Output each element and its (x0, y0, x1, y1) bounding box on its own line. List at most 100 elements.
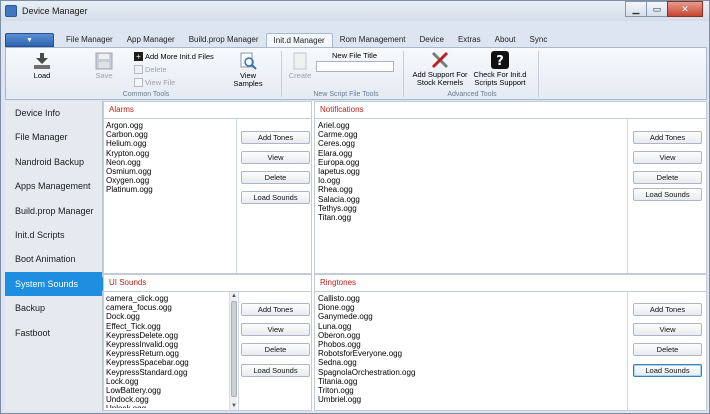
list-item[interactable]: Unlock.ogg (106, 404, 228, 408)
tab-about[interactable]: About (488, 33, 523, 47)
tab-sync[interactable]: Sync (523, 33, 555, 47)
sidebar-item-boot-animation[interactable]: Boot Animation (5, 247, 102, 271)
alarms-file-list[interactable]: Argon.ogg Carbon.ogg Helium.ogg Krypton.ogg… (106, 121, 234, 271)
list-item[interactable]: Helium.ogg (106, 139, 234, 148)
maximize-button[interactable]: ▭ (646, 1, 668, 17)
scroll-up-arrow-icon[interactable]: ▲ (230, 292, 238, 300)
ui-sounds-file-list[interactable]: camera_click.ogg camera_focus.ogg Dock.ogg… (106, 294, 228, 408)
app-menu-button[interactable]: ▼ (5, 33, 54, 47)
list-item[interactable]: KeypressInvalid.ogg (106, 340, 228, 349)
list-item[interactable]: Europa.ogg (318, 158, 618, 167)
list-item[interactable]: Neon.ogg (106, 158, 234, 167)
list-item[interactable]: KeypressSpacebar.ogg (106, 358, 228, 367)
list-item[interactable]: Phobos.ogg (318, 340, 618, 349)
list-item[interactable]: Callisto.ogg (318, 294, 618, 303)
save-button[interactable]: Save (90, 52, 118, 80)
list-item[interactable]: Dock.ogg (106, 312, 228, 321)
notifications-delete-button[interactable]: Delete (633, 171, 702, 184)
close-button[interactable]: ✕ (667, 1, 703, 17)
list-item[interactable]: Sedna.ogg (318, 358, 618, 367)
scroll-down-arrow-icon[interactable]: ▼ (230, 402, 238, 410)
ringtones-delete-button[interactable]: Delete (633, 343, 702, 356)
list-item[interactable]: RobotsforEveryone.ogg (318, 349, 618, 358)
list-item[interactable]: Luna.ogg (318, 322, 618, 331)
list-item[interactable]: Lock.ogg (106, 377, 228, 386)
ui-sounds-view-button[interactable]: View (241, 323, 310, 336)
list-item[interactable]: Ganymede.ogg (318, 312, 618, 321)
tab-app-manager[interactable]: App Manager (120, 33, 182, 47)
list-item[interactable]: Salacia.ogg (318, 195, 618, 204)
notifications-load-sounds-button[interactable]: Load Sounds (633, 188, 702, 201)
minimize-button[interactable]: ▁ (625, 1, 647, 17)
list-item[interactable]: Oxygen.ogg (106, 176, 234, 185)
tab-initd-manager[interactable]: Init.d Manager (265, 33, 333, 47)
sidebar-item-file-manager[interactable]: File Manager (5, 125, 102, 149)
sidebar-item-initd-scripts[interactable]: Init.d Scripts (5, 223, 102, 247)
sidebar-item-nandroid-backup[interactable]: Nandroid Backup (5, 150, 102, 174)
list-item[interactable]: Ceres.ogg (318, 139, 618, 148)
add-support-stock-kernels-button[interactable]: Add Support For Stock Kernels (408, 51, 472, 88)
sidebar-item-build-prop-manager[interactable]: Build.prop Manager (5, 199, 102, 223)
notifications-view-button[interactable]: View (633, 151, 702, 164)
sidebar-item-backup[interactable]: Backup (5, 296, 102, 320)
ringtones-view-button[interactable]: View (633, 323, 702, 336)
list-item[interactable]: KeypressStandard.ogg (106, 368, 228, 377)
ringtones-load-sounds-button[interactable]: Load Sounds (633, 364, 702, 377)
notifications-file-list[interactable]: Ariel.ogg Carme.ogg Ceres.ogg Elara.ogg Euro… (318, 121, 618, 271)
alarms-load-sounds-button[interactable]: Load Sounds (241, 191, 310, 204)
tab-extras[interactable]: Extras (451, 33, 488, 47)
list-item[interactable]: Carbon.ogg (106, 130, 234, 139)
list-item[interactable]: SpagnolaOrchestration.ogg (318, 368, 618, 377)
sidebar-item-system-sounds[interactable]: System Sounds (5, 271, 109, 297)
ui-sounds-load-sounds-button[interactable]: Load Sounds (241, 364, 310, 377)
view-file-button[interactable]: View File (134, 78, 175, 87)
list-item[interactable]: Iapetus.ogg (318, 167, 618, 176)
list-item[interactable]: Rhea.ogg (318, 185, 618, 194)
list-item[interactable]: Oberon.ogg (318, 331, 618, 340)
alarms-delete-button[interactable]: Delete (241, 171, 310, 184)
list-item[interactable]: Io.ogg (318, 176, 618, 185)
tab-file-manager[interactable]: File Manager (59, 33, 120, 47)
ui-sounds-delete-button[interactable]: Delete (241, 343, 310, 356)
list-item[interactable]: Ariel.ogg (318, 121, 618, 130)
ui-sounds-scrollbar[interactable]: ▲ ▼ (229, 292, 237, 410)
delete-file-button[interactable]: Delete (134, 65, 167, 74)
tab-rom-management[interactable]: Rom Management (333, 33, 413, 47)
new-file-title-input[interactable] (316, 61, 394, 72)
notifications-add-tones-button[interactable]: Add Tones (633, 131, 702, 144)
load-button[interactable]: Load (28, 52, 56, 80)
list-item[interactable]: camera_focus.ogg (106, 303, 228, 312)
list-item[interactable]: Tethys.ogg (318, 204, 618, 213)
list-item[interactable]: Elara.ogg (318, 149, 618, 158)
alarms-add-tones-button[interactable]: Add Tones (241, 131, 310, 144)
list-item[interactable]: Carme.ogg (318, 130, 618, 139)
ringtones-add-tones-button[interactable]: Add Tones (633, 303, 702, 316)
list-item[interactable]: Undock.ogg (106, 395, 228, 404)
list-item[interactable]: Triton.ogg (318, 386, 618, 395)
list-item[interactable]: Effect_Tick.ogg (106, 322, 228, 331)
check-initd-support-button[interactable]: ? Check For Init.d Scripts Support (468, 51, 532, 88)
sidebar-item-apps-management[interactable]: Apps Management (5, 174, 102, 198)
add-more-initd-files-button[interactable]: + Add More Init.d Files (134, 52, 214, 61)
list-item[interactable]: Platinum.ogg (106, 185, 234, 194)
list-item[interactable]: camera_click.ogg (106, 294, 228, 303)
view-samples-button[interactable]: View Samples (232, 52, 264, 89)
list-item[interactable]: Titania.ogg (318, 377, 618, 386)
create-button[interactable]: Create (286, 52, 314, 80)
list-item[interactable]: Osmium.ogg (106, 167, 234, 176)
ui-sounds-add-tones-button[interactable]: Add Tones (241, 303, 310, 316)
tab-device[interactable]: Device (413, 33, 451, 47)
list-item[interactable]: Umbriel.ogg (318, 395, 618, 404)
sidebar-item-device-info[interactable]: Device Info (5, 101, 102, 125)
ringtones-file-list[interactable]: Callisto.ogg Dione.ogg Ganymede.ogg Luna.og… (318, 294, 618, 408)
list-item[interactable]: Argon.ogg (106, 121, 234, 130)
alarms-view-button[interactable]: View (241, 151, 310, 164)
list-item[interactable]: KeypressDelete.ogg (106, 331, 228, 340)
list-item[interactable]: Titan.ogg (318, 213, 618, 222)
list-item[interactable]: Krypton.ogg (106, 149, 234, 158)
list-item[interactable]: KeypressReturn.ogg (106, 349, 228, 358)
list-item[interactable]: Dione.ogg (318, 303, 618, 312)
sidebar-item-fastboot[interactable]: Fastboot (5, 321, 102, 345)
scrollbar-thumb[interactable] (231, 301, 237, 397)
tab-build-prop-manager[interactable]: Build.prop Manager (182, 33, 266, 47)
